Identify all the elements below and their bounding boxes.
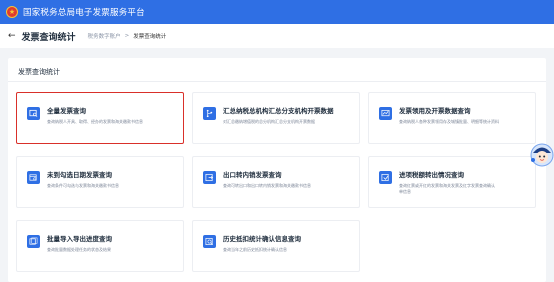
export-icon	[203, 171, 216, 184]
card-description: 查询可转出口和出口转内销发票和海关缴款书信息	[223, 183, 311, 188]
card-invoice-issuance[interactable]: 发票领用及开票数据查询 查询纳税人各种发票领用存及城镇批量、明细等统计资料	[368, 92, 536, 144]
breadcrumb: 税务数字账户 > 发票查询统计	[88, 32, 167, 40]
top-bar: ★ 国家税务总局电子发票服务平台	[0, 0, 554, 24]
page-header: ← 发票查询统计 税务数字账户 > 发票查询统计	[0, 24, 554, 48]
breadcrumb-separator: >	[124, 33, 130, 39]
card-description: 查询条件可勾选与发票和海关缴款书信息	[47, 183, 119, 188]
card-full-invoice-query[interactable]: 全量发票查询 查询纳税人开具、取得、经办的发票和海关缴款书信息	[16, 92, 184, 144]
card-title: 出口转内销发票查询	[223, 171, 282, 179]
card-description: 查询纳税人各种发票领用存及城镇批量、明细等统计资料	[399, 119, 499, 124]
page-title: 发票查询统计	[21, 32, 76, 43]
card-description-line2: 单信息	[399, 189, 411, 194]
app-title: 国家税务总局电子发票服务平台	[23, 8, 145, 18]
history-search-icon	[203, 235, 216, 248]
card-title: 发票领用及开票数据查询	[399, 107, 471, 115]
divider	[8, 81, 546, 82]
branch-icon	[203, 107, 216, 120]
breadcrumb-item-current: 发票查询统计	[133, 34, 167, 40]
chart-icon	[379, 107, 392, 120]
card-title: 全量发票查询	[47, 107, 86, 115]
card-description: 查询红票或开红的发票和海关发票及红字发票查询确认	[399, 183, 495, 188]
card-title: 进项税额转出情况查询	[399, 171, 464, 179]
card-title: 汇总纳税总机构汇总分支机构开票数据	[223, 107, 334, 115]
card-branch-summary[interactable]: 汇总纳税总机构汇总分支机构开票数据 对汇总缴纳增值税的总分机构汇总分支机构开票数…	[192, 92, 360, 144]
tax-emblem-icon: ★	[6, 6, 18, 18]
card-batch-progress[interactable]: 批量导入导出进度查询 查询批量数据处理任务的状态及结果	[16, 220, 184, 272]
card-input-tax-transfer[interactable]: 进项税额转出情况查询 查询红票或开红的发票和海关发票及红字发票查询确认 单信息	[368, 156, 536, 208]
card-export-domestic[interactable]: 出口转内销发票查询 查询可转出口和出口转内销发票和海关缴款书信息	[192, 156, 360, 208]
tax-transfer-icon	[379, 171, 392, 184]
calendar-search-icon	[27, 171, 40, 184]
arrow-left-icon[interactable]: ←	[8, 31, 16, 41]
invoice-search-icon	[27, 107, 40, 120]
batch-icon	[27, 235, 40, 248]
card-pending-selection[interactable]: 未到勾选日期发票查询 查询条件可勾选与发票和海关缴款书信息	[16, 156, 184, 208]
assistant-mascot-icon[interactable]	[529, 141, 554, 169]
card-description: 查询当年之前历史抵扣统计确认信息	[223, 247, 287, 252]
card-history-deduction[interactable]: 历史抵扣统计确认信息查询 查询当年之前历史抵扣统计确认信息	[192, 220, 360, 272]
card-description: 查询批量数据处理任务的状态及结果	[47, 247, 111, 252]
main-panel: 发票查询统计 全量发票查询 查询纳税人开具、取得、经办的发票和海关缴款书信息 汇…	[8, 58, 546, 282]
card-description: 对汇总缴纳增值税的总分机构汇总分支机构开票数据	[223, 119, 315, 124]
card-title: 未到勾选日期发票查询	[47, 171, 112, 179]
card-description: 查询纳税人开具、取得、经办的发票和海关缴款书信息	[47, 119, 143, 124]
card-title: 批量导入导出进度查询	[47, 235, 112, 243]
card-title: 历史抵扣统计确认信息查询	[223, 235, 301, 243]
section-title: 发票查询统计	[18, 68, 60, 76]
breadcrumb-item-account[interactable]: 税务数字账户	[88, 32, 121, 40]
